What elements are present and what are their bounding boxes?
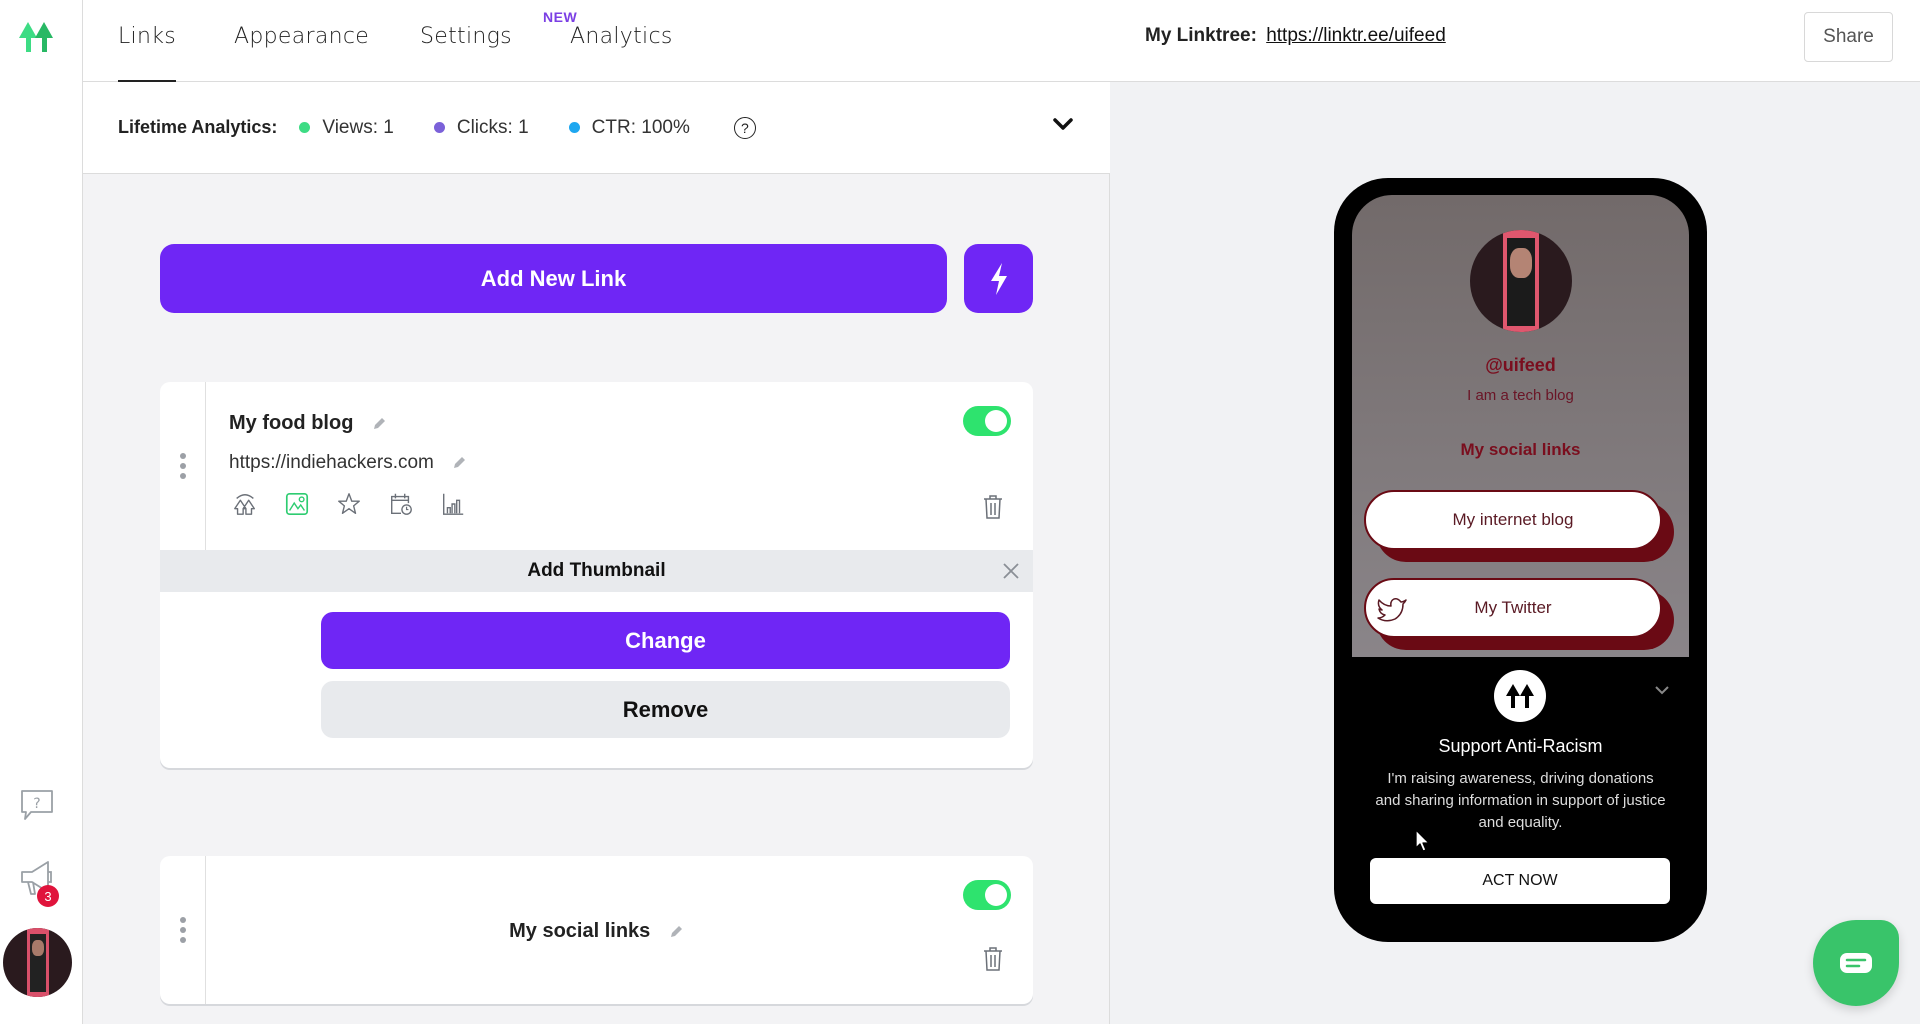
act-now-button[interactable]: ACT NOW bbox=[1370, 858, 1670, 904]
clicks-dot-icon bbox=[433, 122, 445, 133]
phone-preview: @uifeed I am a tech blog My social links… bbox=[1334, 178, 1707, 942]
change-thumbnail-button[interactable]: Change bbox=[321, 612, 1010, 669]
remove-thumbnail-button[interactable]: Remove bbox=[321, 681, 1010, 738]
user-avatar[interactable] bbox=[3, 928, 72, 997]
help-chat-icon[interactable]: ? bbox=[19, 788, 55, 822]
links-editor: Add New Link My food blog https://indieh… bbox=[83, 174, 1110, 1024]
profile-bio: I am a tech blog bbox=[1467, 387, 1574, 404]
header-title[interactable]: My social links bbox=[160, 920, 1033, 943]
app-root: ? 3 Links Appearance Settings NEW Analyt… bbox=[0, 0, 1920, 1024]
my-linktree-url[interactable]: https://linktr.ee/uifeed bbox=[1266, 25, 1446, 46]
thumbnail-icon[interactable] bbox=[281, 488, 313, 520]
linktree-logo-icon[interactable] bbox=[18, 20, 56, 54]
profile-section-title: My social links bbox=[1460, 440, 1581, 459]
link-url[interactable]: https://indiehackers.com bbox=[229, 452, 467, 474]
thumbnail-panel-header: Add Thumbnail bbox=[160, 550, 1033, 592]
drag-handle[interactable] bbox=[160, 382, 206, 550]
svg-text:?: ? bbox=[33, 796, 40, 812]
twitter-icon bbox=[1377, 598, 1407, 622]
redirect-icon[interactable] bbox=[229, 488, 261, 520]
linktree-banner-logo-icon bbox=[1494, 670, 1546, 722]
analytics-label: Lifetime Analytics: bbox=[118, 117, 278, 137]
mouse-cursor-icon bbox=[1415, 829, 1430, 852]
left-rail: ? 3 bbox=[0, 0, 83, 1024]
profile-link-button[interactable]: My Twitter bbox=[1364, 578, 1662, 638]
profile-link-label: My internet blog bbox=[1452, 510, 1574, 529]
clicks-value: Clicks: 1 bbox=[456, 116, 529, 138]
metric-ctr: CTR: 100% bbox=[568, 116, 690, 139]
link-enabled-toggle[interactable] bbox=[963, 406, 1011, 436]
tab-analytics[interactable]: Analytics bbox=[570, 24, 673, 49]
edit-pencil-icon[interactable] bbox=[668, 924, 684, 940]
views-value: Views: 1 bbox=[322, 116, 394, 138]
close-icon[interactable] bbox=[1001, 561, 1021, 581]
banner-title: Support Anti-Racism bbox=[1438, 736, 1603, 756]
banner-text: I'm raising awareness, driving donations… bbox=[1375, 770, 1666, 831]
chevron-down-icon[interactable] bbox=[1052, 116, 1074, 132]
edit-pencil-icon[interactable] bbox=[451, 455, 467, 471]
link-title-text: My food blog bbox=[229, 412, 354, 434]
lightning-icon bbox=[990, 262, 1007, 295]
profile-link-button[interactable]: My internet blog bbox=[1364, 490, 1662, 550]
my-linktree: My Linktree: https://linktr.ee/uifeed bbox=[1145, 25, 1446, 47]
star-icon[interactable] bbox=[333, 488, 365, 520]
header-enabled-toggle[interactable] bbox=[963, 880, 1011, 910]
share-button[interactable]: Share bbox=[1804, 12, 1893, 62]
my-linktree-label: My Linktree: bbox=[1145, 25, 1257, 46]
quick-add-button[interactable] bbox=[964, 244, 1033, 313]
phone-preview-area: @uifeed I am a tech blog My social links… bbox=[1110, 82, 1920, 1024]
analytics-icon[interactable] bbox=[437, 488, 469, 520]
link-url-text: https://indiehackers.com bbox=[229, 452, 434, 473]
schedule-icon[interactable] bbox=[385, 488, 417, 520]
metric-views: Views: 1 bbox=[299, 116, 394, 139]
notification-badge: 3 bbox=[37, 885, 59, 907]
profile-handle: @uifeed bbox=[1485, 355, 1556, 375]
views-dot-icon bbox=[299, 122, 311, 133]
chat-icon bbox=[1840, 953, 1872, 973]
top-nav: Links Appearance Settings NEW Analytics bbox=[83, 0, 1110, 83]
delete-trash-icon[interactable] bbox=[981, 494, 1005, 520]
ctr-value: CTR: 100% bbox=[591, 116, 690, 138]
delete-trash-icon[interactable] bbox=[981, 946, 1005, 972]
new-badge: NEW bbox=[543, 9, 578, 25]
profile-link-label: My Twitter bbox=[1474, 598, 1552, 617]
help-question-icon[interactable]: ? bbox=[733, 116, 756, 139]
lifetime-analytics-bar: Lifetime Analytics: Views: 1 Clicks: 1 C… bbox=[83, 82, 1110, 174]
edit-pencil-icon[interactable] bbox=[371, 416, 387, 432]
tab-links[interactable]: Links bbox=[118, 24, 177, 83]
chevron-down-icon[interactable] bbox=[1654, 684, 1670, 696]
ctr-dot-icon bbox=[568, 122, 580, 133]
link-title[interactable]: My food blog bbox=[229, 412, 387, 435]
thumbnail-panel-title: Add Thumbnail bbox=[527, 560, 666, 581]
avatar-face bbox=[32, 940, 44, 956]
chat-support-button[interactable] bbox=[1813, 920, 1899, 1006]
header-card: My social links bbox=[160, 856, 1033, 1004]
header-title-text: My social links bbox=[509, 920, 651, 942]
link-card: My food blog https://indiehackers.com Ad… bbox=[160, 382, 1033, 768]
add-new-link-button[interactable]: Add New Link bbox=[160, 244, 947, 313]
profile-screen: @uifeed I am a tech blog My social links… bbox=[1352, 195, 1689, 657]
metric-clicks: Clicks: 1 bbox=[433, 116, 529, 139]
profile-avatar bbox=[1470, 230, 1572, 332]
tab-appearance[interactable]: Appearance bbox=[234, 24, 369, 49]
link-tools bbox=[229, 488, 469, 520]
tab-settings[interactable]: Settings bbox=[420, 24, 512, 49]
preview-header: My Linktree: https://linktr.ee/uifeed Sh… bbox=[1110, 0, 1920, 82]
